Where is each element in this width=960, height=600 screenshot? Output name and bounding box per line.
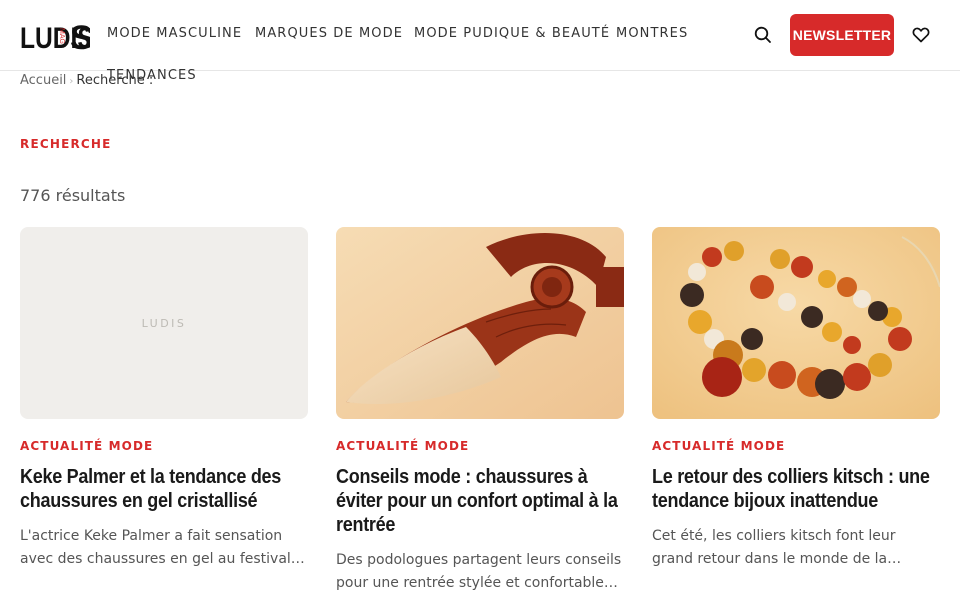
article-card: ACTUALITÉ MODE Le retour des colliers ki…	[652, 227, 940, 571]
image-placeholder: LUDIS	[20, 227, 308, 419]
breadcrumb-home[interactable]: Accueil	[20, 73, 66, 88]
heart-icon[interactable]	[911, 25, 931, 45]
article-card: LUDIS ACTUALITÉ MODE Keke Palmer et la t…	[20, 227, 308, 571]
site-logo[interactable]: LUDIS MAG S	[20, 16, 94, 57]
article-category[interactable]: ACTUALITÉ MODE	[20, 439, 308, 453]
article-excerpt: L'actrice Keke Palmer a fait sensation a…	[20, 528, 305, 567]
breadcrumb-current: Recherche :	[76, 73, 154, 88]
main-nav: MODE MASCULINE MARQUES DE MODE MODE PUDI…	[107, 26, 707, 86]
article-title[interactable]: Conseils mode : chaussures à éviter pour…	[336, 465, 624, 537]
article-title[interactable]: Keke Palmer et la tendance des chaussure…	[20, 465, 308, 513]
breadcrumb: Accueil › Recherche :	[20, 73, 153, 88]
nav-item-montres[interactable]: MONTRES	[616, 26, 688, 41]
search-icon[interactable]	[753, 25, 773, 45]
nav-item-marques-de-mode[interactable]: MARQUES DE MODE	[255, 26, 403, 41]
necklace-illustration	[652, 227, 940, 419]
article-title[interactable]: Le retour des colliers kitsch : une tend…	[652, 465, 940, 513]
results-count: 776 résultats	[20, 186, 126, 205]
article-category[interactable]: ACTUALITÉ MODE	[652, 439, 940, 453]
article-excerpt: Cet été, les colliers kitsch font leur g…	[652, 528, 896, 567]
article-image[interactable]	[652, 227, 940, 419]
site-header: LUDIS MAG S MODE MASCULINE MARQUES DE MO…	[0, 0, 960, 83]
article-card: ACTUALITÉ MODE Conseils mode : chaussure…	[336, 227, 624, 595]
newsletter-button[interactable]: NEWSLETTER	[790, 14, 894, 56]
section-label: RECHERCHE	[20, 137, 112, 151]
article-image[interactable]: LUDIS	[20, 227, 308, 419]
article-image[interactable]	[336, 227, 624, 419]
shoe-illustration	[336, 227, 624, 419]
svg-text:S: S	[70, 19, 90, 54]
article-excerpt: Des podologues partagent leurs conseils …	[336, 552, 622, 591]
article-category[interactable]: ACTUALITÉ MODE	[336, 439, 624, 453]
nav-item-mode-pudique-beaute[interactable]: MODE PUDIQUE & BEAUTÉ	[414, 26, 610, 41]
breadcrumb-separator: ›	[69, 76, 74, 87]
svg-text:MAG: MAG	[58, 28, 65, 44]
nav-item-mode-masculine[interactable]: MODE MASCULINE	[107, 26, 242, 41]
